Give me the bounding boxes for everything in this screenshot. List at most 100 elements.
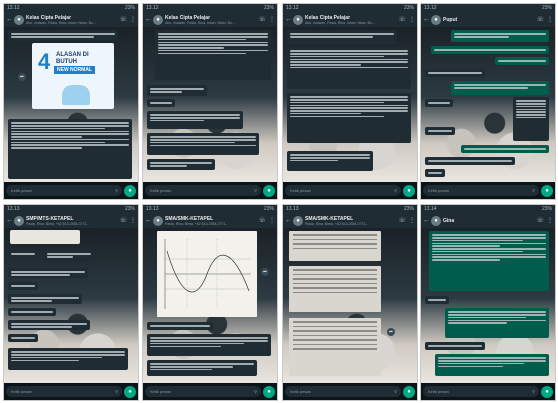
- microphone-icon[interactable]: ●: [263, 184, 275, 197]
- paperclip-icon[interactable]: ⚲: [254, 185, 257, 196]
- message-bubble[interactable]: [287, 47, 411, 89]
- chat-title-block[interactable]: SMP/MTS-KETAPEL Pasla, Rina, Bima, +62 8…: [26, 216, 117, 226]
- arrow-left-icon[interactable]: ←: [145, 217, 152, 224]
- message-input[interactable]: Ketik pesan ⚲: [145, 386, 261, 397]
- arrow-left-icon[interactable]: ←: [285, 217, 292, 224]
- message-bubble[interactable]: [425, 69, 485, 77]
- more-vert-icon[interactable]: ⋮: [547, 16, 553, 23]
- poster-image[interactable]: 4 ALASAN DI BUTUH NEW NORMAL: [32, 43, 114, 109]
- message-bubble[interactable]: [147, 360, 257, 376]
- message-bubble[interactable]: [425, 342, 485, 350]
- message-bubble[interactable]: [8, 119, 132, 179]
- message-bubble[interactable]: [147, 159, 215, 170]
- message-input[interactable]: Ketik pesan ⚲: [145, 185, 261, 196]
- document-photo[interactable]: [289, 231, 381, 261]
- message-bubble[interactable]: [425, 99, 453, 107]
- message-bubble[interactable]: [287, 30, 397, 44]
- phone-icon[interactable]: ☏: [258, 16, 266, 23]
- paperclip-icon[interactable]: ⚲: [394, 185, 397, 196]
- more-vert-icon[interactable]: ⋮: [269, 16, 275, 23]
- group-avatar-icon[interactable]: ●: [293, 14, 303, 25]
- phone-icon[interactable]: ☏: [398, 217, 406, 224]
- group-avatar-icon[interactable]: ●: [153, 215, 163, 226]
- message-bubble-outgoing[interactable]: [445, 308, 549, 338]
- chat-area[interactable]: 4 ALASAN DI BUTUH NEW NORMAL ➦: [4, 27, 138, 182]
- chat-area[interactable]: ➦: [283, 228, 417, 383]
- microphone-icon[interactable]: ●: [263, 385, 275, 398]
- arrow-left-icon[interactable]: ←: [6, 217, 13, 224]
- message-bubble[interactable]: [8, 30, 118, 41]
- microphone-icon[interactable]: ●: [403, 385, 415, 398]
- group-avatar-icon[interactable]: ●: [14, 14, 24, 25]
- message-bubble-outgoing[interactable]: [435, 354, 549, 376]
- more-vert-icon[interactable]: ⋮: [409, 16, 415, 23]
- message-input[interactable]: Ketik pesan ⚲: [6, 386, 122, 397]
- paperclip-icon[interactable]: ⚲: [532, 185, 535, 196]
- message-bubble[interactable]: [287, 151, 373, 171]
- message-bubble[interactable]: [147, 133, 259, 155]
- chat-title-block[interactable]: SMA/SMK-KETAPEL Pasla, Rina, Bima, +62 8…: [165, 216, 256, 226]
- phone-icon[interactable]: ☏: [536, 16, 544, 23]
- forward-icon[interactable]: ➦: [387, 328, 395, 336]
- arrow-left-icon[interactable]: ←: [145, 16, 152, 23]
- chat-title-block[interactable]: Kelas Cipta Pelajar Abu, risdwan, Pasla,…: [305, 15, 396, 25]
- chat-area[interactable]: [283, 27, 417, 182]
- message-input[interactable]: Ketik pesan ⚲: [285, 386, 401, 397]
- arrow-left-icon[interactable]: ←: [423, 16, 430, 23]
- message-bubble-outgoing[interactable]: [451, 81, 549, 95]
- message-bubble-outgoing[interactable]: [431, 46, 549, 54]
- phone-icon[interactable]: ☏: [119, 16, 127, 23]
- message-input[interactable]: Ketik pesan ⚲: [423, 386, 539, 397]
- message-bubble[interactable]: [147, 85, 207, 96]
- contact-avatar-icon[interactable]: ●: [431, 215, 441, 226]
- graph-photo[interactable]: [157, 231, 257, 317]
- message-bubble-outgoing[interactable]: [495, 57, 549, 65]
- microphone-icon[interactable]: ●: [124, 184, 136, 197]
- message-bubble[interactable]: [8, 320, 90, 330]
- message-bubble[interactable]: [147, 322, 213, 330]
- message-input[interactable]: Ketik pesan ⚲: [285, 185, 401, 196]
- chat-title-block[interactable]: Kelas Cipta Pelajar Abu, risdwan, Pasla,…: [26, 15, 117, 25]
- chat-area[interactable]: [4, 228, 138, 383]
- message-bubble[interactable]: [425, 127, 455, 135]
- microphone-icon[interactable]: ●: [541, 385, 553, 398]
- message-bubble[interactable]: [425, 157, 515, 165]
- phone-icon[interactable]: ☏: [119, 217, 127, 224]
- message-bubble-outgoing[interactable]: [461, 145, 549, 153]
- message-input[interactable]: Ketik pesan ⚲: [423, 185, 539, 196]
- contact-avatar-icon[interactable]: ●: [431, 14, 441, 25]
- more-vert-icon[interactable]: ⋮: [547, 217, 553, 224]
- chat-area[interactable]: [421, 27, 555, 182]
- phone-icon[interactable]: ☏: [536, 217, 544, 224]
- phone-icon[interactable]: ☏: [258, 217, 266, 224]
- paperclip-icon[interactable]: ⚲: [394, 386, 397, 397]
- document-photo[interactable]: [289, 318, 381, 376]
- group-avatar-icon[interactable]: ●: [14, 215, 24, 226]
- arrow-left-icon[interactable]: ←: [6, 16, 13, 23]
- message-bubble[interactable]: [425, 296, 449, 304]
- message-bubble[interactable]: [44, 250, 94, 262]
- chat-area[interactable]: [143, 27, 277, 182]
- message-bubble[interactable]: [8, 282, 38, 290]
- chat-area[interactable]: ➦: [143, 228, 277, 383]
- microphone-icon[interactable]: ●: [124, 385, 136, 398]
- chat-title-block[interactable]: Kelas Cipta Pelajar Abu, risdwan, Pasla,…: [165, 15, 256, 25]
- document-photo[interactable]: [289, 266, 381, 312]
- more-vert-icon[interactable]: ⋮: [269, 217, 275, 224]
- microphone-icon[interactable]: ●: [403, 184, 415, 197]
- message-bubble[interactable]: [8, 268, 88, 278]
- arrow-left-icon[interactable]: ←: [423, 217, 430, 224]
- chat-title-block[interactable]: SMA/SMK-KETAPEL Pasla, Rina, Bima, +62 8…: [305, 216, 396, 226]
- chat-title-block[interactable]: Gina: [443, 218, 534, 224]
- phone-icon[interactable]: ☏: [398, 16, 406, 23]
- message-bubble[interactable]: [147, 334, 271, 356]
- message-bubble[interactable]: [8, 334, 38, 342]
- forward-icon[interactable]: ➦: [261, 268, 269, 276]
- chat-title-block[interactable]: Puput: [443, 17, 534, 23]
- message-bubble-outgoing[interactable]: [429, 231, 549, 291]
- message-bubble[interactable]: [8, 308, 56, 316]
- message-bubble[interactable]: [513, 97, 549, 141]
- paperclip-icon[interactable]: ⚲: [532, 386, 535, 397]
- message-bubble[interactable]: [155, 30, 271, 80]
- document-preview[interactable]: [10, 230, 80, 244]
